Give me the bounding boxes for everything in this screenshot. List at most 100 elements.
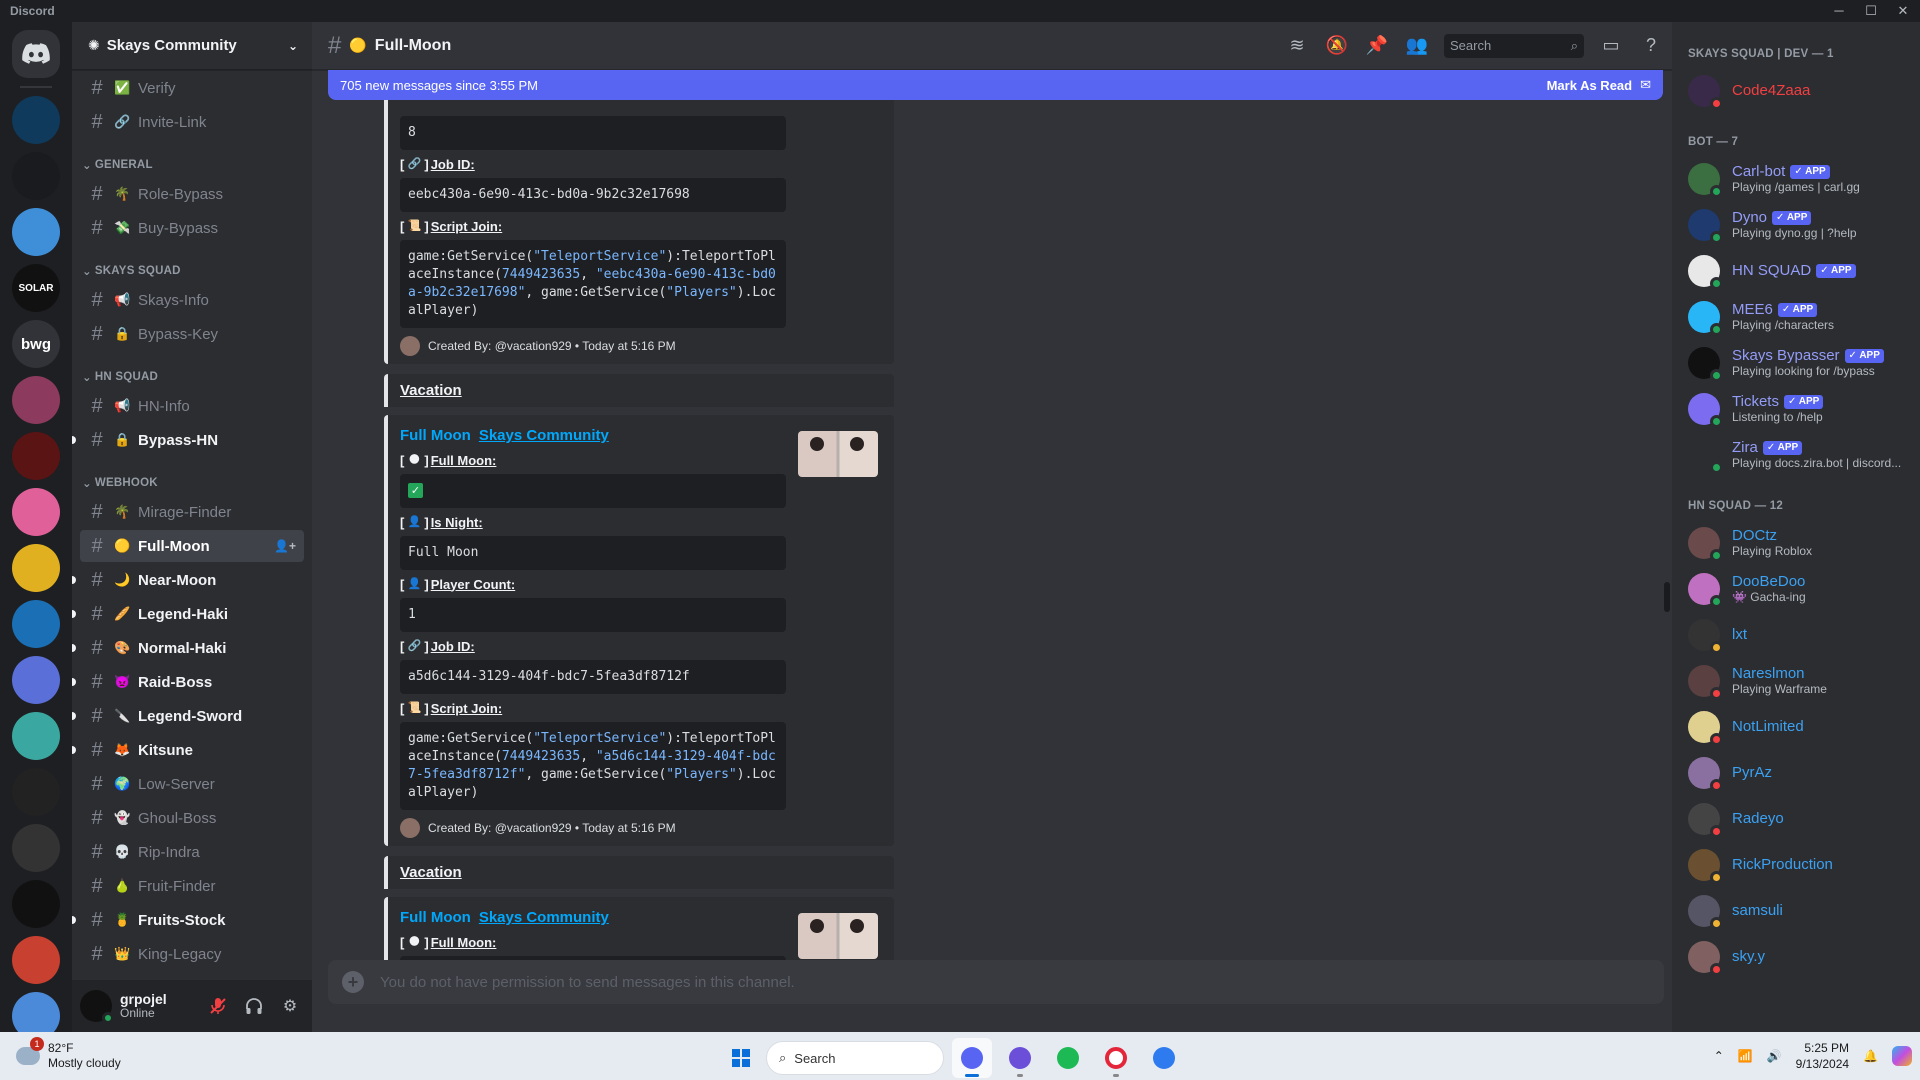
message-composer[interactable]: + You do not have permission to send mes… bbox=[328, 960, 1664, 1004]
server-icon[interactable] bbox=[12, 712, 60, 760]
message-author[interactable]: Vacation bbox=[384, 374, 894, 407]
notification-muted-icon[interactable]: 🔕 bbox=[1324, 33, 1350, 59]
member-row[interactable]: lxt bbox=[1688, 612, 1912, 658]
member-row[interactable]: Code4Zaaa bbox=[1688, 68, 1912, 114]
member-row[interactable]: DOCtz Playing Roblox bbox=[1688, 520, 1912, 566]
copilot-icon[interactable] bbox=[1892, 1046, 1912, 1066]
member-row[interactable]: MEE6 ✓ APP Playing /characters bbox=[1688, 294, 1912, 340]
taskbar-search[interactable]: ⌕ Search bbox=[766, 1041, 944, 1075]
member-row[interactable]: PyrAz bbox=[1688, 750, 1912, 796]
channel-normal-haki[interactable]: # 🎨 Normal-Haki bbox=[72, 632, 304, 664]
avatar[interactable] bbox=[1688, 163, 1723, 198]
windows-start-icon[interactable] bbox=[724, 1041, 758, 1075]
avatar[interactable] bbox=[1688, 439, 1723, 474]
avatar[interactable] bbox=[1688, 895, 1723, 930]
avatar[interactable] bbox=[1688, 255, 1723, 290]
channel-bypass-key[interactable]: # 🔒 Bypass-Key bbox=[80, 318, 304, 350]
member-row[interactable]: RickProduction bbox=[1688, 842, 1912, 888]
avatar[interactable] bbox=[1688, 619, 1723, 654]
avatar[interactable] bbox=[1688, 75, 1723, 110]
avatar[interactable] bbox=[1688, 393, 1723, 428]
member-row[interactable]: samsuli bbox=[1688, 888, 1912, 934]
volume-icon[interactable]: 🔊 bbox=[1767, 1049, 1782, 1063]
job-id-value[interactable]: a5d6c144-3129-404f-bdc7-5fea3df8712f bbox=[400, 660, 786, 694]
avatar[interactable] bbox=[1688, 757, 1723, 792]
close-icon[interactable]: ✕ bbox=[1896, 3, 1910, 19]
avatar[interactable] bbox=[1688, 803, 1723, 838]
server-icon[interactable] bbox=[12, 544, 60, 592]
member-row[interactable]: NotLimited bbox=[1688, 704, 1912, 750]
channel-raid-boss[interactable]: # 👿 Raid-Boss bbox=[72, 666, 304, 698]
server-icon[interactable]: bwg bbox=[12, 320, 60, 368]
channel-legend-sword[interactable]: # 🔪 Legend-Sword bbox=[72, 700, 304, 732]
channel-hn-info[interactable]: # 📢 HN-Info bbox=[80, 390, 304, 422]
mic-muted-icon[interactable] bbox=[204, 992, 232, 1020]
server-icon[interactable] bbox=[12, 208, 60, 256]
server-icon[interactable] bbox=[12, 600, 60, 648]
embed-thumbnail[interactable] bbox=[798, 431, 878, 477]
member-list-icon[interactable]: 👥 bbox=[1404, 33, 1430, 59]
scrollbar[interactable] bbox=[1664, 582, 1670, 612]
category-header[interactable]: ⌄ WEBHOOK bbox=[80, 458, 304, 494]
server-icon[interactable] bbox=[12, 152, 60, 200]
server-icon[interactable] bbox=[12, 936, 60, 984]
channel-invite-link[interactable]: # 🔗 Invite-Link bbox=[80, 106, 304, 138]
avatar[interactable] bbox=[1688, 301, 1723, 336]
gear-icon[interactable]: ⚙ bbox=[276, 992, 304, 1020]
maximize-icon[interactable]: ☐ bbox=[1864, 3, 1878, 19]
server-icon[interactable]: SOLAR bbox=[12, 264, 60, 312]
minimize-icon[interactable]: ─ bbox=[1832, 3, 1846, 19]
channel-ghoul-boss[interactable]: # 👻 Ghoul-Boss bbox=[80, 802, 304, 834]
server-icon[interactable] bbox=[12, 96, 60, 144]
channel-low-server[interactable]: # 🌍 Low-Server bbox=[80, 768, 304, 800]
server-icon[interactable] bbox=[12, 768, 60, 816]
add-member-icon[interactable]: 👤+ bbox=[274, 539, 296, 553]
headphones-icon[interactable] bbox=[240, 992, 268, 1020]
channel-role-bypass[interactable]: # 🌴 Role-Bypass bbox=[80, 178, 304, 210]
job-id-value[interactable]: eebc430a-6e90-413c-bd0a-9b2c32e17698 bbox=[400, 178, 786, 212]
server-icon[interactable] bbox=[12, 656, 60, 704]
inbox-icon[interactable]: ▭ bbox=[1598, 33, 1624, 59]
channel-legend-haki[interactable]: # 🥖 Legend-Haki bbox=[72, 598, 304, 630]
category-header[interactable]: ⌄ SKAYS SQUAD bbox=[80, 246, 304, 282]
channel-king-legacy[interactable]: # 👑 King-Legacy bbox=[80, 938, 304, 970]
server-icon[interactable] bbox=[12, 376, 60, 424]
opera-icon[interactable] bbox=[1096, 1038, 1136, 1078]
member-row[interactable]: Skays Bypasser ✓ APP Playing looking for /… bbox=[1688, 340, 1912, 386]
help-icon[interactable]: ? bbox=[1638, 33, 1664, 59]
new-messages-bar[interactable]: 705 new messages since 3:55 PM Mark As R… bbox=[328, 70, 1663, 100]
messenger-icon[interactable] bbox=[1144, 1038, 1184, 1078]
member-row[interactable]: Zira ✓ APP Playing docs.zira.bot | discord… bbox=[1688, 432, 1912, 478]
member-row[interactable]: Radeyo bbox=[1688, 796, 1912, 842]
threads-icon[interactable]: ≋ bbox=[1284, 33, 1310, 59]
avatar[interactable] bbox=[1688, 665, 1723, 700]
server-icon[interactable] bbox=[12, 880, 60, 928]
channel-skays-info[interactable]: # 📢 Skays-Info bbox=[80, 284, 304, 316]
server-icon[interactable] bbox=[12, 824, 60, 872]
message-author[interactable]: Vacation bbox=[384, 856, 894, 889]
avatar[interactable] bbox=[1688, 209, 1723, 244]
pin-icon[interactable]: 📌 bbox=[1364, 33, 1390, 59]
server-icon[interactable] bbox=[12, 992, 60, 1032]
member-row[interactable]: sky.y bbox=[1688, 934, 1912, 980]
mark-as-read-button[interactable]: Mark As Read ✉ bbox=[1547, 77, 1651, 93]
member-row[interactable]: Nareslmon Playing Warframe bbox=[1688, 658, 1912, 704]
channel-fruits-stock[interactable]: # 🍍 Fruits-Stock bbox=[72, 904, 304, 936]
category-header[interactable]: ⌄ HN SQUAD bbox=[80, 352, 304, 388]
avatar[interactable] bbox=[1688, 711, 1723, 746]
app-taskbar-icon[interactable] bbox=[1000, 1038, 1040, 1078]
notification-bell-icon[interactable]: 🔔 bbox=[1863, 1049, 1878, 1063]
search-input[interactable]: Search ⌕ bbox=[1444, 33, 1584, 58]
channel-rip-indra[interactable]: # 💀 Rip-Indra bbox=[80, 836, 304, 868]
wifi-icon[interactable]: 📶 bbox=[1738, 1049, 1753, 1063]
avatar[interactable] bbox=[1688, 941, 1723, 976]
server-header[interactable]: ✺ Skays Community ⌄ bbox=[72, 22, 312, 70]
channel-near-moon[interactable]: # 🌙 Near-Moon bbox=[72, 564, 304, 596]
script-join-value[interactable]: game:GetService("TeleportService"):Telep… bbox=[400, 722, 786, 810]
clock[interactable]: 5:25 PM 9/13/2024 bbox=[1796, 1040, 1849, 1072]
avatar[interactable] bbox=[1688, 347, 1723, 382]
discord-home-icon[interactable] bbox=[12, 30, 60, 78]
embed-thumbnail[interactable] bbox=[798, 913, 878, 959]
avatar[interactable] bbox=[80, 990, 114, 1024]
plus-icon[interactable]: + bbox=[342, 971, 364, 993]
